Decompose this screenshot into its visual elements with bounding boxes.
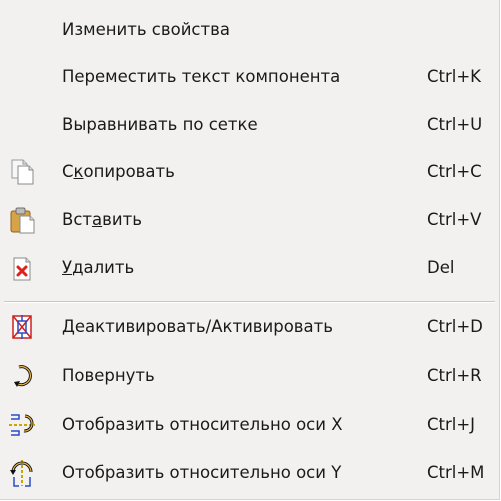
menu-item-shortcut: Ctrl+K xyxy=(427,67,482,86)
menu-item-label: Удалить xyxy=(62,258,135,277)
menu-item-label: Отобразить относительно оси X xyxy=(62,415,343,434)
menu-item-mirror-y[interactable]: Отобразить относительно оси Y Ctrl+M xyxy=(0,449,499,497)
menu-item-edit-properties[interactable]: Изменить свойства xyxy=(0,6,499,54)
menu-item-label: Изменить свойства xyxy=(62,20,230,39)
menu-item-label: Переместить текст компонента xyxy=(62,67,341,86)
copy-icon xyxy=(8,158,36,186)
menu-item-shortcut: Del xyxy=(427,258,455,277)
deactivate-icon xyxy=(8,313,36,341)
menu-item-delete[interactable]: Удалить Del xyxy=(0,244,499,292)
menu-item-shortcut: Ctrl+J xyxy=(427,415,476,434)
menu-item-shortcut: Ctrl+V xyxy=(427,210,482,229)
paste-icon xyxy=(8,206,36,234)
menu-item-shortcut: Ctrl+D xyxy=(427,317,483,336)
menu-item-shortcut: Ctrl+U xyxy=(427,115,483,134)
menu-item-label: Отобразить относительно оси Y xyxy=(62,463,342,482)
menu-item-shortcut: Ctrl+M xyxy=(427,463,485,482)
menu-item-label: Вставить xyxy=(62,210,142,229)
menu-item-label: Выравнивать по сетке xyxy=(62,115,258,134)
menu-item-rotate[interactable]: Повернуть Ctrl+R xyxy=(0,352,499,400)
menu-item-label: Повернуть xyxy=(62,366,155,385)
menu-item-shortcut: Ctrl+C xyxy=(427,162,482,181)
menu-item-paste[interactable]: Вставить Ctrl+V xyxy=(0,196,499,244)
mirror-y-icon xyxy=(8,459,36,487)
context-menu: Изменить свойства Переместить текст комп… xyxy=(0,0,500,500)
menu-item-move-component-text[interactable]: Переместить текст компонента Ctrl+K xyxy=(0,53,499,101)
mirror-x-icon xyxy=(8,411,36,439)
menu-item-mirror-x[interactable]: Отобразить относительно оси X Ctrl+J xyxy=(0,401,499,449)
menu-item-label: Скопировать xyxy=(62,162,175,181)
menu-item-align-to-grid[interactable]: Выравнивать по сетке Ctrl+U xyxy=(0,101,499,149)
menu-item-copy[interactable]: Скопировать Ctrl+C xyxy=(0,148,499,196)
menu-item-deactivate-activate[interactable]: Деактивировать/Активировать Ctrl+D xyxy=(0,303,499,351)
rotate-icon xyxy=(8,362,36,390)
menu-item-shortcut: Ctrl+R xyxy=(427,366,482,385)
delete-icon xyxy=(8,254,36,282)
menu-item-label: Деактивировать/Активировать xyxy=(62,317,333,336)
